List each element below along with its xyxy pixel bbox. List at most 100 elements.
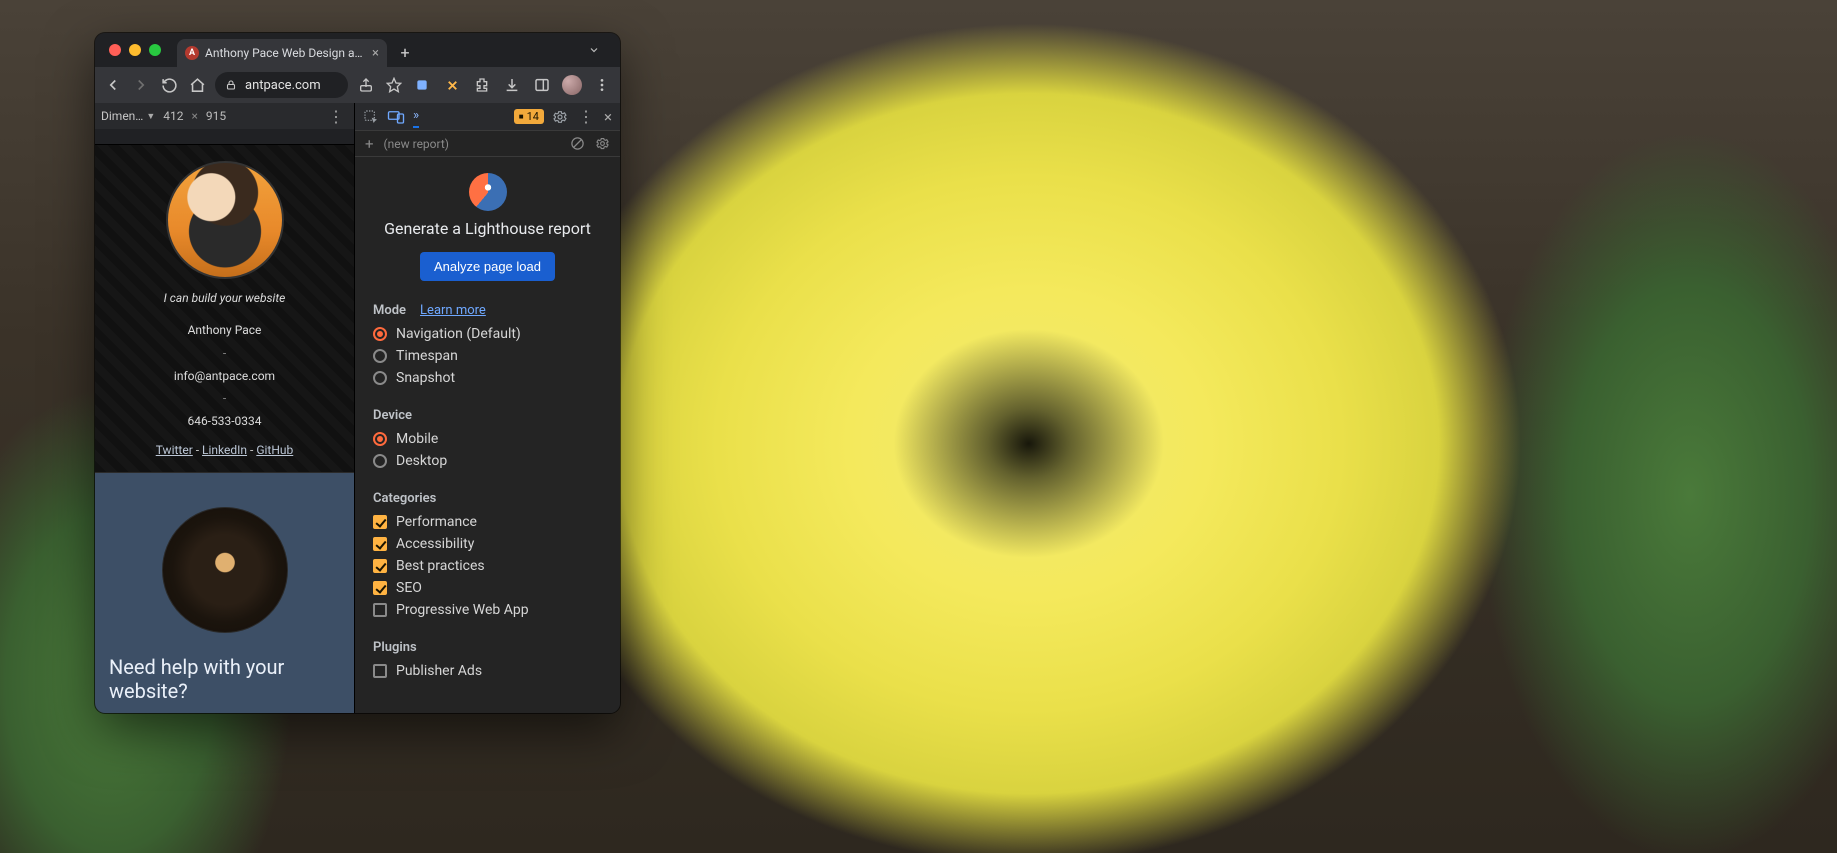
- devtools-panel: » 14 ⋮ × + (new report): [355, 103, 620, 713]
- radio-icon: [373, 327, 387, 341]
- x-separator: ×: [192, 109, 198, 123]
- extensions-menu-icon[interactable]: [472, 75, 492, 95]
- share-icon[interactable]: [356, 75, 376, 95]
- sidepanel-icon[interactable]: [532, 75, 552, 95]
- lighthouse-logo-icon: [469, 173, 507, 211]
- mode-option-timespan[interactable]: Timespan: [373, 348, 602, 364]
- warnings-badge[interactable]: 14: [514, 109, 544, 124]
- download-icon[interactable]: [502, 75, 522, 95]
- nav-reload-button[interactable]: [159, 75, 179, 95]
- devtools-close-icon[interactable]: ×: [604, 108, 612, 126]
- option-label: Accessibility: [396, 536, 474, 552]
- checkbox-icon: [373, 664, 387, 678]
- devtools-more-icon[interactable]: ⋮: [576, 107, 596, 126]
- category-accessibility[interactable]: Accessibility: [373, 536, 602, 552]
- window-zoom-button[interactable]: [149, 44, 161, 56]
- mode-option-navigation[interactable]: Navigation (Default): [373, 326, 602, 342]
- mode-heading: Mode: [373, 303, 406, 318]
- window-close-button[interactable]: [109, 44, 121, 56]
- option-label: Best practices: [396, 558, 485, 574]
- tab-favicon: A: [185, 46, 199, 60]
- option-label: Progressive Web App: [396, 602, 529, 618]
- checkbox-icon: [373, 559, 387, 573]
- devtools-more-tabs[interactable]: »: [413, 108, 419, 128]
- category-best-practices[interactable]: Best practices: [373, 558, 602, 574]
- author-name: Anthony Pace: [107, 319, 342, 342]
- window-tabs-dropdown[interactable]: [582, 40, 606, 60]
- lighthouse-settings-icon[interactable]: [595, 136, 610, 151]
- plugin-publisher-ads[interactable]: Publisher Ads: [373, 663, 602, 679]
- device-option-mobile[interactable]: Mobile: [373, 431, 602, 447]
- checkbox-icon: [373, 515, 387, 529]
- lighthouse-subbar: + (new report): [355, 131, 620, 157]
- category-pwa[interactable]: Progressive Web App: [373, 602, 602, 618]
- profile-avatar-icon[interactable]: [562, 75, 582, 95]
- extensions-row: [412, 75, 612, 95]
- option-label: Navigation (Default): [396, 326, 521, 342]
- category-performance[interactable]: Performance: [373, 514, 602, 530]
- device-width-input[interactable]: 412: [163, 109, 183, 123]
- new-report-button[interactable]: +: [365, 135, 374, 153]
- option-label: Performance: [396, 514, 477, 530]
- learn-more-link[interactable]: Learn more: [420, 303, 486, 318]
- desk-image: [162, 507, 288, 633]
- chrome-menu-icon[interactable]: [592, 75, 612, 95]
- contact-email[interactable]: info@antpace.com: [107, 365, 342, 388]
- plugins-heading: Plugins: [373, 640, 417, 655]
- previewed-site: I can build your website Anthony Pace - …: [95, 145, 354, 713]
- github-link[interactable]: GitHub: [256, 443, 293, 457]
- mode-section: Mode Learn more Navigation (Default) Tim…: [373, 303, 602, 386]
- device-section: Device Mobile Desktop: [373, 408, 602, 469]
- lighthouse-body: Generate a Lighthouse report Analyze pag…: [355, 157, 620, 713]
- device-option-desktop[interactable]: Desktop: [373, 453, 602, 469]
- option-label: SEO: [396, 580, 422, 596]
- page-preview[interactable]: I can build your website Anthony Pace - …: [95, 145, 354, 713]
- radio-icon: [373, 349, 387, 363]
- mode-option-snapshot[interactable]: Snapshot: [373, 370, 602, 386]
- separator: -: [107, 387, 342, 410]
- option-label: Timespan: [396, 348, 458, 364]
- device-toggle-icon[interactable]: [387, 109, 405, 125]
- section-heading: Need help with your website?: [109, 655, 340, 703]
- contact-block: Anthony Pace - info@antpace.com - 646-53…: [107, 319, 342, 462]
- lighthouse-title: Generate a Lighthouse report: [373, 219, 602, 240]
- clear-icon[interactable]: [570, 136, 585, 151]
- device-label: Dimen…: [101, 109, 143, 123]
- device-height-input[interactable]: 915: [206, 109, 226, 123]
- inspect-element-icon[interactable]: [363, 109, 379, 125]
- extension-icon[interactable]: [442, 75, 462, 95]
- option-label: Snapshot: [396, 370, 455, 386]
- linkedin-link[interactable]: LinkedIn: [202, 443, 247, 457]
- tab-close-icon[interactable]: ×: [372, 46, 379, 61]
- nav-forward-button[interactable]: [131, 75, 151, 95]
- devtools-settings-icon[interactable]: [552, 109, 568, 125]
- categories-section: Categories Performance Accessibility: [373, 491, 602, 618]
- radio-icon: [373, 432, 387, 446]
- report-dropdown[interactable]: (new report): [384, 137, 449, 151]
- window-traffic-lights: [109, 44, 161, 56]
- option-label: Publisher Ads: [396, 663, 482, 679]
- device-toolbar-more-icon[interactable]: ⋮: [324, 107, 348, 126]
- device-preview-column: Dimen… ▼ 412 × 915 ⋮ I can build your we…: [95, 103, 355, 713]
- extension-icon[interactable]: [412, 75, 432, 95]
- categories-heading: Categories: [373, 491, 436, 506]
- tab-title: Anthony Pace Web Design and…: [205, 46, 366, 60]
- category-seo[interactable]: SEO: [373, 580, 602, 596]
- browser-tab[interactable]: A Anthony Pace Web Design and… ×: [177, 39, 387, 67]
- new-tab-button[interactable]: +: [393, 40, 417, 64]
- bookmark-star-icon[interactable]: [384, 75, 404, 95]
- nav-home-button[interactable]: [187, 75, 207, 95]
- tagline-text: I can build your website: [107, 291, 342, 305]
- site-section: Need help with your website? I specializ…: [95, 473, 354, 713]
- url-input[interactable]: antpace.com: [215, 72, 348, 98]
- radio-icon: [373, 371, 387, 385]
- nav-back-button[interactable]: [103, 75, 123, 95]
- titlebar: A Anthony Pace Web Design and… × +: [95, 33, 620, 67]
- analyze-button[interactable]: Analyze page load: [420, 252, 555, 281]
- device-ruler: [95, 129, 354, 145]
- window-minimize-button[interactable]: [129, 44, 141, 56]
- twitter-link[interactable]: Twitter: [156, 443, 193, 457]
- device-dropdown[interactable]: Dimen… ▼: [101, 109, 155, 123]
- url-text: antpace.com: [245, 78, 321, 93]
- contact-phone[interactable]: 646-533-0334: [107, 410, 342, 433]
